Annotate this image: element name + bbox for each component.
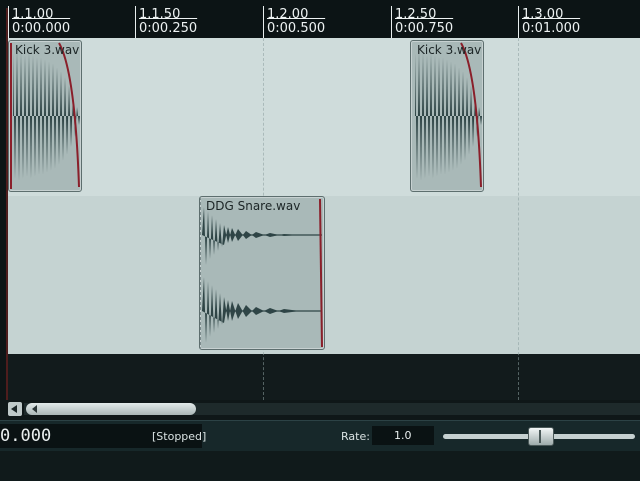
ruler-bar-label: 1.1.50 <box>139 7 181 22</box>
ruler-time-label: 0:00.250 <box>139 21 198 36</box>
ruler-mark: 1.2.00 0:00.500 <box>263 6 403 38</box>
ruler-tick <box>8 6 9 38</box>
rate-field[interactable]: 1.0 <box>372 426 434 445</box>
item-label: Kick 3.wav <box>15 43 80 57</box>
ruler-tick <box>263 6 264 38</box>
media-item-snare[interactable]: DDG Snare.wav <box>199 196 325 350</box>
ruler-tick <box>391 6 392 38</box>
ruler-bar-label: 1.2.00 <box>267 7 309 22</box>
scroll-thumb[interactable] <box>26 403 196 415</box>
time-display: 0.000 [Stopped] <box>0 424 206 448</box>
ruler-time-label: 0:01.000 <box>522 21 581 36</box>
rate-value: 1.0 <box>394 429 412 442</box>
ruler-time-label: 0:00.000 <box>12 21 71 36</box>
ruler-mark: 1.1.50 0:00.250 <box>135 6 275 38</box>
media-item-kick-1[interactable]: Kick 3.wav <box>8 40 82 192</box>
ruler-bar-label: 1.2.50 <box>395 7 437 22</box>
track-lane-empty[interactable] <box>8 354 640 400</box>
horizontal-scrollbar[interactable] <box>0 400 640 420</box>
play-status: [Stopped] <box>152 430 207 443</box>
ruler-tick <box>518 6 519 38</box>
rate-slider-thumb[interactable] <box>528 427 554 446</box>
ruler-tick <box>135 6 136 38</box>
grid-line <box>518 38 519 400</box>
item-label: Kick 3.wav <box>417 43 482 57</box>
media-item-kick-2[interactable]: Kick 3.wav <box>410 40 484 192</box>
ruler-mark: 1.2.50 0:00.750 <box>391 6 531 38</box>
waveform <box>200 197 323 349</box>
ruler-mark: 1.3.00 0:01.000 <box>518 6 640 38</box>
track-lane-1[interactable] <box>8 38 640 196</box>
grip-icon <box>539 430 541 443</box>
ruler-time-label: 0:00.500 <box>267 21 326 36</box>
waveform <box>415 42 482 188</box>
time-readout: 0.000 <box>0 426 52 446</box>
waveform <box>10 42 80 189</box>
scroll-left-button[interactable] <box>8 402 22 416</box>
ruler-mark: 1.1.00 0:00.000 <box>8 6 148 38</box>
timeline-ruler[interactable]: 1.1.00 0:00.000 1.1.50 0:00.250 1.2.00 0… <box>0 0 640 38</box>
rate-label: Rate: <box>341 430 370 443</box>
arrow-left-icon <box>32 405 37 413</box>
daw-window: 1.1.00 0:00.000 1.1.50 0:00.250 1.2.00 0… <box>0 0 640 481</box>
arrow-left-icon <box>11 405 17 413</box>
ruler-bar-label: 1.1.00 <box>12 7 54 22</box>
ruler-bar-label: 1.3.00 <box>522 7 564 22</box>
item-label: DDG Snare.wav <box>206 199 301 213</box>
ruler-time-label: 0:00.750 <box>395 21 454 36</box>
transport-bar: 0.000 [Stopped] Rate: 1.0 <box>0 420 640 451</box>
empty-panel <box>0 451 640 481</box>
